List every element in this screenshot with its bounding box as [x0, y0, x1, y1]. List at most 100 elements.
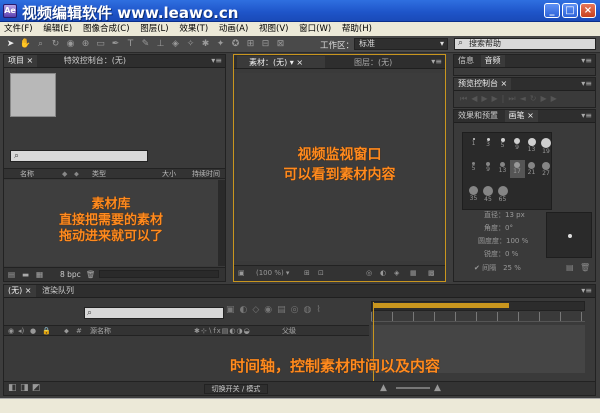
comp-mini-flowchart-icon[interactable]: ▣ [226, 305, 240, 315]
rectangle-tool-icon[interactable]: ▭ [94, 38, 107, 50]
puppet-tool-icon[interactable]: ✱ [199, 38, 212, 50]
brush-preset[interactable]: 45 [481, 184, 496, 203]
panel-menu-icon[interactable]: ▾≡ [581, 110, 592, 122]
puppet-starch-tool-icon[interactable]: ✪ [229, 38, 242, 50]
tab-footage[interactable]: 素材：(无) ▾ × [237, 56, 325, 68]
magnify-icon[interactable]: ▣ [238, 266, 245, 280]
loop-icon[interactable]: ↻ [530, 94, 541, 103]
live-update-icon[interactable]: ◐ [240, 305, 253, 315]
menu-file[interactable]: 文件(F) [0, 22, 37, 36]
brush-tool-icon[interactable]: ✎ [139, 38, 152, 50]
snapshot-icon[interactable]: ◎ [366, 266, 372, 280]
selection-tool-icon[interactable]: ➤ [4, 38, 17, 50]
mask-visibility-icon[interactable]: ⊡ [318, 266, 324, 280]
brush-preset[interactable]: 5 [466, 160, 481, 178]
color-depth-label[interactable]: 8 bpc [60, 268, 81, 281]
expand-transfer-controls-icon[interactable]: ◨ [20, 383, 29, 393]
project-vertical-scrollbar[interactable] [218, 180, 225, 266]
column-name[interactable]: 名称 [20, 169, 34, 179]
column-parent[interactable]: 父级 [282, 326, 296, 336]
brainstorm-icon[interactable]: ◍ [304, 305, 317, 315]
brush-preset[interactable]: 65 [495, 184, 510, 203]
menu-animation[interactable]: 动画(A) [215, 22, 252, 36]
puppet-overlap-tool-icon[interactable]: ✦ [214, 38, 227, 50]
spacing-checkbox[interactable]: ✔ 间隔 25 % [474, 263, 521, 273]
project-horizontal-scrollbar[interactable] [99, 270, 219, 278]
tab-brushes[interactable]: 画笔 × [504, 110, 538, 122]
draft-3d-icon[interactable]: ◇ [252, 305, 264, 315]
local-axis-icon[interactable]: ⊞ [244, 38, 257, 50]
ram-preview-icon[interactable]: ▶▶ [540, 94, 560, 103]
frame-blending-icon[interactable]: ▤ [277, 305, 291, 315]
hide-shy-icon[interactable]: ◉ [264, 305, 277, 315]
clone-stamp-tool-icon[interactable]: ⊥ [154, 38, 167, 50]
new-brush-icon[interactable]: ▤ [566, 263, 574, 272]
help-search-input[interactable]: ⌕ 搜索帮助 [454, 38, 596, 50]
trash-icon[interactable]: 🗑 [580, 263, 590, 272]
brush-preset[interactable]: 21 [524, 160, 539, 178]
close-button[interactable]: × [580, 3, 596, 18]
brush-preset[interactable]: 5 [495, 136, 510, 154]
panel-menu-icon[interactable]: ▾≡ [581, 285, 592, 297]
hand-tool-icon[interactable]: ✋ [19, 38, 32, 50]
tab-info[interactable]: 信息 [454, 55, 478, 67]
brush-preset[interactable]: 19 [539, 136, 554, 155]
panel-menu-icon[interactable]: ▾≡ [211, 55, 222, 67]
brush-preset[interactable]: 35 [466, 184, 481, 202]
zoom-slider[interactable] [396, 387, 430, 389]
minimize-button[interactable]: _ [544, 3, 560, 18]
work-area-bar[interactable] [373, 303, 509, 308]
visibility-icon[interactable]: ◉ [8, 326, 14, 336]
column-source-name[interactable]: 源名称 [90, 326, 111, 336]
current-time-indicator[interactable] [373, 302, 374, 392]
brush-preset[interactable]: 27 [539, 160, 554, 178]
brush-preset[interactable]: 3 [481, 136, 496, 154]
tag-icon[interactable]: ⬥ [74, 169, 79, 179]
eraser-tool-icon[interactable]: ◈ [169, 38, 182, 50]
tab-audio[interactable]: 音频 [480, 55, 505, 67]
column-type[interactable]: 类型 [92, 169, 106, 179]
menu-layer[interactable]: 图层(L) [136, 22, 172, 36]
expand-in-out-icon[interactable]: ◩ [32, 383, 41, 393]
zoom-tool-icon[interactable]: ⌕ [34, 38, 47, 50]
world-axis-icon[interactable]: ⊟ [259, 38, 272, 50]
pen-tool-icon[interactable]: ✒ [109, 38, 122, 50]
toggle-switches-modes-button[interactable]: 切换开关 / 模式 [204, 384, 268, 394]
brush-preset[interactable]: 13 [495, 160, 510, 178]
zoom-select[interactable]: (100 %) ▾ [256, 266, 289, 280]
menu-view[interactable]: 视图(V) [255, 22, 292, 36]
zoom-out-icon[interactable]: ▲ [380, 383, 387, 393]
channel-icon[interactable]: ◈ [394, 266, 399, 280]
panel-menu-icon[interactable]: ▾≡ [581, 55, 592, 67]
maximize-button[interactable]: □ [562, 3, 578, 18]
menu-window[interactable]: 窗口(W) [295, 22, 335, 36]
new-composition-icon[interactable]: ▦ [36, 268, 43, 281]
show-snapshot-icon[interactable]: ◐ [380, 266, 386, 280]
zoom-in-icon[interactable]: ▲ [434, 383, 441, 393]
brush-preset[interactable]: 1 [466, 136, 481, 154]
tab-effect-controls[interactable]: 特效控制台：(无) [60, 55, 130, 67]
column-duration[interactable]: 持续时间 [192, 169, 220, 179]
brush-preset[interactable]: 9 [510, 136, 525, 154]
brush-param-hardness[interactable]: 锐度：0 % [484, 249, 518, 259]
brush-preset-grid[interactable]: 1 3 5 9 13 19 5 9 13 17 21 27 35 45 65 [462, 132, 552, 210]
audio-icon[interactable]: ◂) [18, 326, 24, 336]
brush-param-diameter[interactable]: 直径：13 px [484, 210, 525, 220]
tab-timeline-none[interactable]: (无) × [4, 285, 36, 297]
play-icon[interactable]: ▶ [481, 94, 491, 103]
motion-blur-icon[interactable]: ◎ [291, 305, 304, 315]
lock-icon[interactable]: 🔒 [42, 326, 51, 336]
tab-layer[interactable]: 图层：(无) [354, 56, 392, 69]
camera-tool-icon[interactable]: ◉ [64, 38, 77, 50]
label-icon[interactable]: ◆ [62, 169, 67, 179]
solo-icon[interactable]: ● [30, 326, 36, 336]
last-frame-icon[interactable]: ⏭ [508, 94, 519, 103]
panel-menu-icon[interactable]: ▾≡ [431, 55, 442, 68]
workspace-select[interactable]: 标准 ▾ [354, 38, 448, 50]
new-folder-icon[interactable]: ▬ [22, 268, 29, 281]
column-size[interactable]: 大小 [162, 169, 176, 179]
tab-preview-controls[interactable]: 预览控制台 × [454, 78, 512, 90]
next-frame-icon[interactable]: ▶| [492, 94, 509, 103]
interpret-footage-icon[interactable]: ▤ [8, 268, 15, 281]
menu-edit[interactable]: 编辑(E) [39, 22, 76, 36]
